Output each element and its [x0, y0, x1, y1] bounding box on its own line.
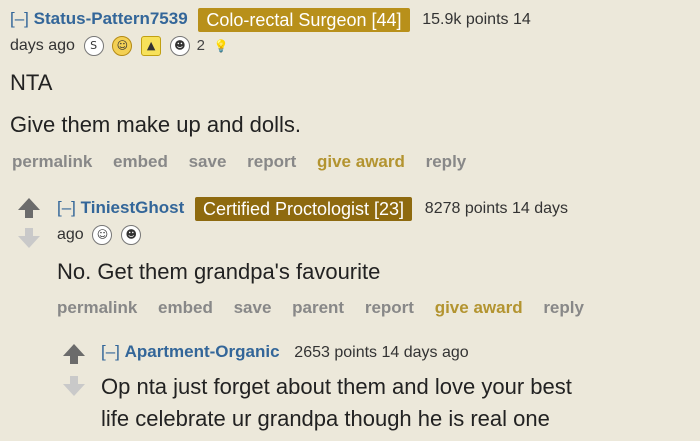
permalink-button[interactable]: permalink	[12, 152, 92, 171]
laughing-award-icon[interactable]: ☻	[121, 224, 142, 245]
wholesome-award-icon[interactable]: ☺	[112, 35, 133, 56]
score-text: 15.9k points 14	[422, 11, 531, 28]
embed-button[interactable]: embed	[113, 152, 168, 171]
comment-body-line: No. Get them grandpa's favourite	[57, 259, 381, 284]
laughing-award-icon[interactable]: ☻	[169, 35, 190, 56]
embed-button[interactable]: embed	[158, 298, 213, 317]
comment-1-buttons: permalink embed save report give award r…	[12, 152, 482, 172]
give-award-button[interactable]: give award	[435, 298, 523, 317]
downvote-arrow-icon[interactable]	[18, 228, 40, 248]
timestamp-text: ago	[57, 226, 84, 243]
comment-3-tagline: [–] Apartment-Organic 2653 points 14 day…	[101, 340, 469, 365]
save-button[interactable]: save	[189, 152, 227, 171]
comment-1-tagline: [–] Status-Pattern7539 Colo-rectal Surge…	[10, 7, 695, 32]
comment-1-tagline-cont: days ago S ☺ ▲ ☻ 2 💡	[10, 33, 229, 58]
comment-body-line: Op nta just forget about them and love y…	[101, 374, 572, 399]
comment-2-tagline-cont: ago ☺ ☻	[57, 222, 142, 247]
author-link[interactable]: TiniestGhost	[81, 198, 185, 217]
reply-button[interactable]: reply	[426, 152, 467, 171]
save-button[interactable]: save	[234, 298, 272, 317]
permalink-button[interactable]: permalink	[57, 298, 137, 317]
parent-button[interactable]: parent	[292, 298, 344, 317]
author-link[interactable]: Status-Pattern7539	[34, 9, 188, 28]
give-award-button[interactable]: give award	[317, 152, 405, 171]
score-text: 8278 points 14 days	[424, 200, 569, 217]
silver-award-icon[interactable]: S	[83, 35, 104, 56]
gold-award-icon[interactable]: ▲	[141, 35, 162, 56]
collapse-toggle[interactable]: [–]	[101, 342, 120, 361]
user-flair: Colo-rectal Surgeon [44]	[198, 7, 410, 32]
score-text: 2653 points 14 days ago	[294, 344, 469, 361]
lightbulb-icon[interactable]: 💡	[214, 39, 229, 53]
downvote-arrow-icon[interactable]	[63, 376, 85, 396]
comment-2-tagline: [–] TiniestGhost Certified Proctologist …	[57, 196, 697, 221]
upvote-arrow-icon[interactable]	[63, 344, 85, 364]
upvote-arrow-icon[interactable]	[18, 198, 40, 218]
wholesome-award-icon[interactable]: ☺	[92, 224, 113, 245]
comment-body-line: Give them make up and dolls.	[10, 112, 302, 137]
collapse-toggle[interactable]: [–]	[10, 9, 29, 28]
author-link[interactable]: Apartment-Organic	[125, 342, 280, 361]
collapse-toggle[interactable]: [–]	[57, 198, 76, 217]
award-count: 2	[196, 36, 205, 54]
report-button[interactable]: report	[247, 152, 296, 171]
comment-body-line: life celebrate ur grandpa though he is r…	[101, 406, 550, 431]
user-flair: Certified Proctologist [23]	[194, 196, 413, 221]
timestamp-text: days ago	[10, 37, 75, 54]
comment-2-buttons: permalink embed save parent report give …	[57, 298, 600, 318]
comment-body-line: NTA	[10, 70, 53, 95]
reply-button[interactable]: reply	[543, 298, 584, 317]
report-button[interactable]: report	[365, 298, 414, 317]
